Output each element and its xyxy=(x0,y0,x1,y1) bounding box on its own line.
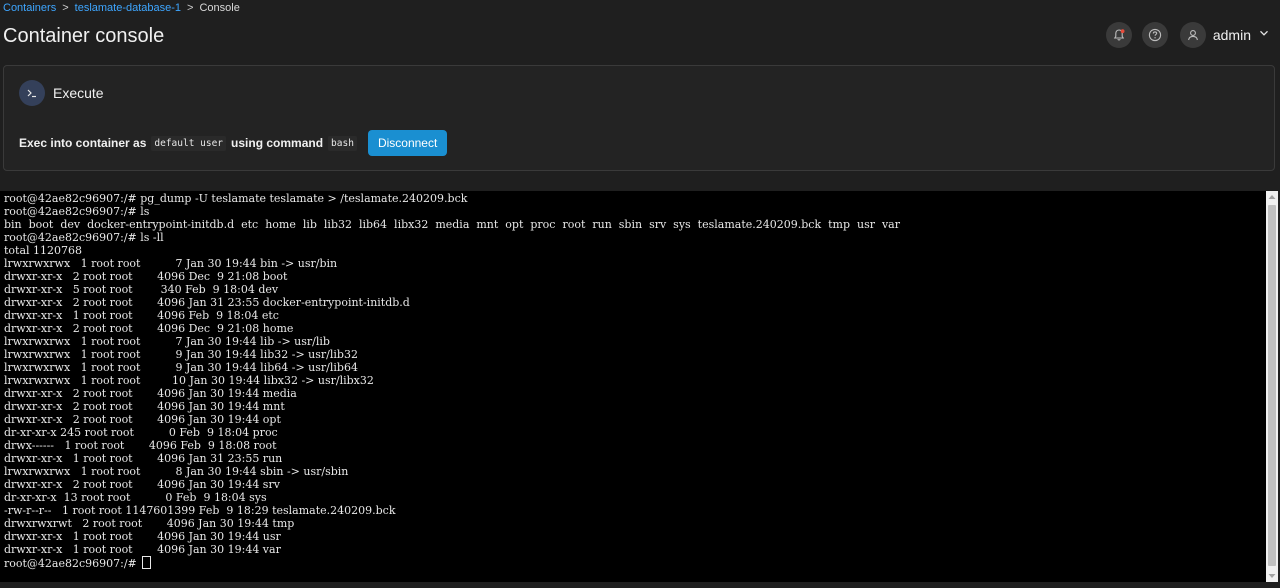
terminal-line: drwxr-xr-x 2 root root 4096 Jan 30 19:44… xyxy=(4,400,285,413)
bell-icon xyxy=(1112,28,1126,42)
terminal-line: drwxr-xr-x 2 root root 4096 Jan 30 19:44… xyxy=(4,387,297,400)
terminal-line: drwxr-xr-x 1 root root 4096 Jan 30 19:44… xyxy=(4,530,281,543)
terminal-line: root@42ae82c96907:/# pg_dump -U teslamat… xyxy=(4,192,468,205)
terminal-line: drwxr-xr-x 2 root root 4096 Jan 30 19:44… xyxy=(4,478,280,491)
execute-title: Execute xyxy=(53,85,104,101)
terminal-prompt: root@42ae82c96907:/# xyxy=(4,557,141,570)
terminal-line: lrwxrwxrwx 1 root root 8 Jan 30 19:44 sb… xyxy=(4,465,349,478)
terminal-line: drwxr-xr-x 1 root root 4096 Jan 31 23:55… xyxy=(4,452,283,465)
terminal-line: drwxr-xr-x 1 root root 4096 Jan 30 19:44… xyxy=(4,543,281,556)
execute-panel: Execute Exec into container as default u… xyxy=(3,65,1275,171)
exec-description: Exec into container as default user usin… xyxy=(19,130,448,156)
user-icon xyxy=(1186,28,1200,42)
terminal-line: lrwxrwxrwx 1 root root 9 Jan 30 19:44 li… xyxy=(4,361,358,374)
terminal-line: root@42ae82c96907:/# ls xyxy=(4,205,150,218)
terminal-line: drwxr-xr-x 2 root root 4096 Jan 31 23:55… xyxy=(4,296,410,309)
terminal-output: root@42ae82c96907:/# pg_dump -U teslamat… xyxy=(0,191,1266,570)
exec-user-code: default user xyxy=(151,135,227,151)
terminal-line: drwxr-xr-x 1 root root 4096 Feb 9 18:04 … xyxy=(4,309,279,322)
breadcrumb-containers-link[interactable]: Containers xyxy=(3,2,56,14)
user-menu[interactable]: admin xyxy=(1179,22,1270,48)
notifications-button[interactable] xyxy=(1105,22,1132,48)
terminal-line: dr-xr-xr-x 13 root root 0 Feb 9 18:04 sy… xyxy=(4,491,267,504)
top-actions: admin xyxy=(1105,22,1270,48)
terminal-line: dr-xr-xr-x 245 root root 0 Feb 9 18:04 p… xyxy=(4,426,278,439)
breadcrumb-separator: > xyxy=(187,2,194,14)
exec-middle: using command xyxy=(231,136,324,150)
terminal-line: -rw-r--r-- 1 root root 1147601399 Feb 9 … xyxy=(4,504,396,517)
user-name: admin xyxy=(1212,27,1251,43)
chevron-down-icon xyxy=(1258,26,1270,44)
terminal-line: drwxr-xr-x 2 root root 4096 Dec 9 21:08 … xyxy=(4,322,294,335)
breadcrumb-container-link[interactable]: teslamate-database-1 xyxy=(75,2,181,14)
terminal-line: drwx------ 1 root root 4096 Feb 9 18:08 … xyxy=(4,439,277,452)
execute-header: Execute xyxy=(19,80,104,106)
terminal-line: lrwxrwxrwx 1 root root 10 Jan 30 19:44 l… xyxy=(4,374,374,387)
exec-command-code: bash xyxy=(328,135,357,151)
terminal-line: root@42ae82c96907:/# ls -ll xyxy=(4,231,164,244)
scrollbar-thumb[interactable] xyxy=(1268,205,1276,566)
breadcrumb-separator: > xyxy=(62,2,69,14)
page-title: Container console xyxy=(3,25,165,47)
avatar xyxy=(1179,22,1206,48)
exec-prefix: Exec into container as xyxy=(19,136,147,150)
disconnect-button[interactable]: Disconnect xyxy=(367,130,448,156)
terminal-line: bin boot dev docker-entrypoint-initdb.d … xyxy=(4,218,900,231)
help-button[interactable] xyxy=(1141,22,1168,48)
terminal-line: drwxrwxrwt 2 root root 4096 Jan 30 19:44… xyxy=(4,517,295,530)
terminal-line: lrwxrwxrwx 1 root root 7 Jan 30 19:44 li… xyxy=(4,335,330,348)
breadcrumb-current: Console xyxy=(199,2,240,14)
terminal-line: drwxr-xr-x 2 root root 4096 Dec 9 21:08 … xyxy=(4,270,288,283)
terminal-line: drwxr-xr-x 2 root root 4096 Jan 30 19:44… xyxy=(4,413,281,426)
help-icon xyxy=(1148,28,1162,42)
terminal-line: lrwxrwxrwx 1 root root 9 Jan 30 19:44 li… xyxy=(4,348,358,361)
breadcrumb: Containers > teslamate-database-1 > Cons… xyxy=(3,1,240,15)
scroll-up-arrow-icon[interactable] xyxy=(1266,191,1278,203)
terminal-icon xyxy=(19,80,45,106)
terminal-cursor xyxy=(142,556,152,569)
terminal[interactable]: root@42ae82c96907:/# pg_dump -U teslamat… xyxy=(0,191,1266,582)
terminal-line: lrwxrwxrwx 1 root root 7 Jan 30 19:44 bi… xyxy=(4,257,338,270)
terminal-scrollbar[interactable] xyxy=(1266,191,1278,582)
scroll-down-arrow-icon[interactable] xyxy=(1266,570,1278,582)
terminal-line: drwxr-xr-x 5 root root 340 Feb 9 18:04 d… xyxy=(4,283,279,296)
terminal-line: total 1120768 xyxy=(4,244,83,257)
